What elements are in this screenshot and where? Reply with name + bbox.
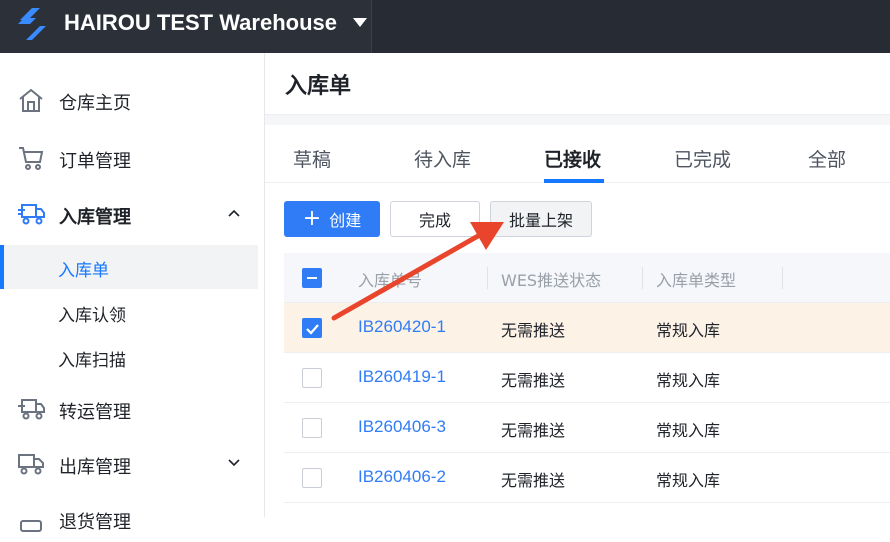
tab-all[interactable]: 全部 xyxy=(808,145,846,172)
tab-received[interactable]: 已接收 xyxy=(544,145,601,172)
status-tabs: 草稿 待入库 已接收 已完成 全部 xyxy=(265,125,890,183)
page-title: 入库单 xyxy=(285,74,352,99)
order-number-link[interactable]: IB260419-1 xyxy=(358,367,446,387)
order-type-cell: 常规入库 xyxy=(656,321,721,340)
sidebar-item-transfer[interactable]: 转运管理 xyxy=(0,386,264,432)
warehouse-name: HAIROU TEST Warehouse xyxy=(64,10,337,35)
row-checkbox[interactable] xyxy=(302,418,322,438)
batch-shelve-button[interactable]: 批量上架 xyxy=(490,201,592,237)
brand-logo-icon xyxy=(18,8,46,40)
sidebar-item-label: 仓库主页 xyxy=(59,93,131,114)
wes-status-cell: 无需推送 xyxy=(501,471,566,490)
cart-icon xyxy=(19,147,44,170)
order-type-cell: 常规入库 xyxy=(656,471,721,490)
sidebar-item-outbound[interactable]: 出库管理 xyxy=(0,441,264,487)
sidebar-item-label: 退货管理 xyxy=(59,512,131,533)
sidebar-item-orders[interactable]: 订单管理 xyxy=(0,135,264,181)
outbound-truck-icon xyxy=(18,454,44,475)
plus-icon: + xyxy=(302,206,322,231)
sidebar-item-label: 入库管理 xyxy=(59,207,131,228)
create-button-label: 创建 xyxy=(329,211,362,230)
row-checkbox[interactable] xyxy=(302,368,322,388)
caret-down-icon[interactable] xyxy=(353,18,367,27)
sidebar-subitem-inbound-order[interactable]: 入库单 xyxy=(0,245,258,289)
table-row[interactable]: IB260406-2 无需推送 常规入库 xyxy=(284,453,890,503)
wes-status-cell: 无需推送 xyxy=(501,371,566,390)
warehouse-switcher[interactable]: HAIROU TEST Warehouse xyxy=(0,0,372,53)
column-header-order-no: 入库单号 xyxy=(358,271,423,290)
home-icon xyxy=(19,88,43,112)
sidebar-subitem-label: 入库认领 xyxy=(58,306,126,326)
row-checkbox[interactable] xyxy=(302,318,322,338)
sidebar-item-label: 转运管理 xyxy=(59,402,131,423)
order-number-link[interactable]: IB260420-1 xyxy=(358,317,446,337)
top-bar: HAIROU TEST Warehouse xyxy=(0,0,890,53)
main-content: 入库单 草稿 待入库 已接收 已完成 全部 + 创建 完成 批量上架 入库单号 … xyxy=(265,53,890,517)
table-row[interactable]: IB260420-1 无需推送 常规入库 xyxy=(284,303,890,353)
transfer-truck-icon xyxy=(18,399,45,420)
order-number-link[interactable]: IB260406-2 xyxy=(358,467,446,487)
check-icon xyxy=(306,324,319,335)
order-type-cell: 常规入库 xyxy=(656,421,721,440)
table-row[interactable]: IB260419-1 无需推送 常规入库 xyxy=(284,353,890,403)
sidebar-subitem-inbound-claim[interactable]: 入库认领 xyxy=(0,290,258,334)
wes-status-cell: 无需推送 xyxy=(501,321,566,340)
complete-button[interactable]: 完成 xyxy=(390,201,480,237)
sidebar-item-label: 订单管理 xyxy=(59,151,131,172)
complete-button-label: 完成 xyxy=(418,211,451,230)
table-row[interactable]: IB260406-3 无需推送 常规入库 xyxy=(284,403,890,453)
tab-draft[interactable]: 草稿 xyxy=(293,145,331,172)
sidebar: 仓库主页 订单管理 入库管理 入库单 入库认领 入库扫描 转运管理 出库管理 退… xyxy=(0,53,265,533)
wes-status-cell: 无需推送 xyxy=(501,421,566,440)
sidebar-item-label: 出库管理 xyxy=(59,457,131,478)
sidebar-item-returns[interactable]: 退货管理 xyxy=(0,496,264,542)
column-header-order-type: 入库单类型 xyxy=(656,271,737,290)
column-divider[interactable] xyxy=(782,267,783,289)
sidebar-item-inbound[interactable]: 入库管理 xyxy=(0,191,264,237)
create-button[interactable]: + 创建 xyxy=(284,201,380,237)
select-all-checkbox[interactable] xyxy=(302,268,322,288)
sidebar-subitem-label: 入库单 xyxy=(58,261,109,281)
order-number-link[interactable]: IB260406-3 xyxy=(358,417,446,437)
column-divider[interactable] xyxy=(642,267,643,289)
row-checkbox[interactable] xyxy=(302,468,322,488)
sidebar-subitem-label: 入库扫描 xyxy=(58,351,126,371)
chevron-up-icon[interactable] xyxy=(226,205,242,221)
active-tab-indicator xyxy=(544,179,604,183)
chevron-down-icon[interactable] xyxy=(226,455,242,471)
batch-shelve-button-label: 批量上架 xyxy=(508,211,573,230)
column-header-wes-status: WES推送状态 xyxy=(501,271,602,290)
inbound-list-card: 草稿 待入库 已接收 已完成 全部 + 创建 完成 批量上架 入库单号 WES推… xyxy=(265,125,890,517)
inbound-truck-icon xyxy=(18,204,45,225)
table-header: 入库单号 WES推送状态 入库单类型 xyxy=(284,253,890,303)
order-type-cell: 常规入库 xyxy=(656,371,721,390)
tab-completed[interactable]: 已完成 xyxy=(674,145,731,172)
tab-pending-inbound[interactable]: 待入库 xyxy=(414,145,471,172)
sidebar-subitem-inbound-scan[interactable]: 入库扫描 xyxy=(0,335,258,379)
sidebar-item-warehouse-home[interactable]: 仓库主页 xyxy=(0,77,264,123)
column-divider[interactable] xyxy=(487,267,488,289)
return-icon xyxy=(20,520,42,532)
page-header: 入库单 xyxy=(265,53,890,115)
